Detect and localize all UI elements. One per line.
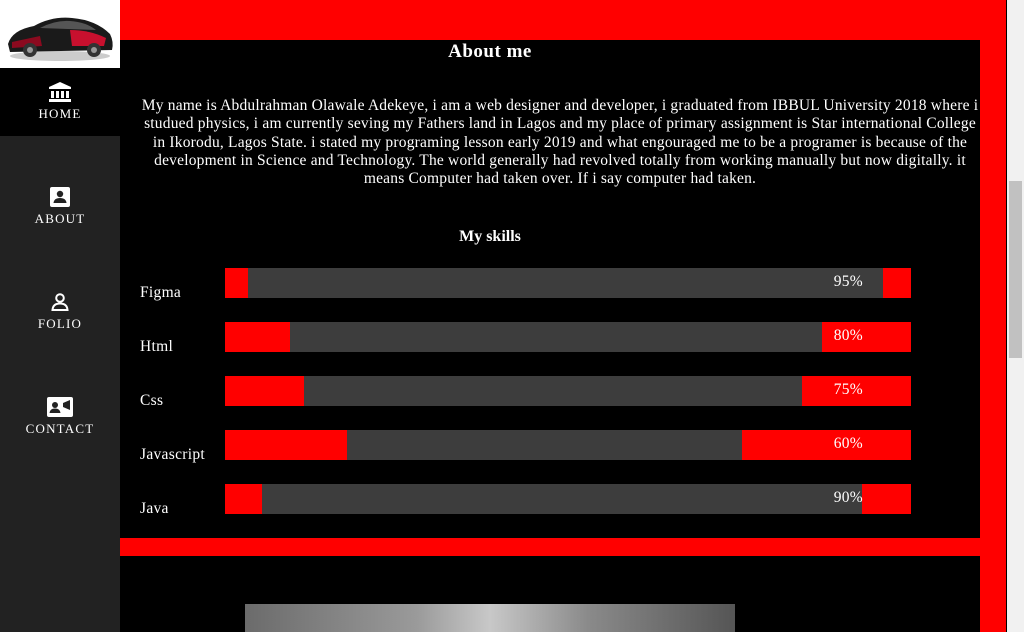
skill-percent: 95% <box>833 273 863 290</box>
scrollbar-thumb[interactable] <box>1009 181 1022 358</box>
portfolio-photo <box>245 604 735 632</box>
top-red-band <box>120 0 1006 40</box>
sidebar-item-home[interactable]: HOME <box>0 68 120 136</box>
bank-icon <box>49 82 71 102</box>
sidebar-item-label: CONTACT <box>25 421 95 436</box>
about-text: My name is Abdulrahman Olawale Adekeye, … <box>141 97 979 188</box>
skill-bar-fill <box>290 322 822 352</box>
sidebar-item-label: HOME <box>38 106 82 121</box>
skill-percent: 90% <box>833 489 863 506</box>
sidebar-item-label: ABOUT <box>34 211 86 226</box>
skill-percent: 80% <box>833 327 863 344</box>
skill-percent: 75% <box>833 381 863 398</box>
sidebar-item-label: FOLIO <box>37 316 83 331</box>
skill-bar-fill <box>347 430 742 460</box>
sidebar: HOME ABOUT FOLIO CONTACT <box>0 0 120 632</box>
sidebar-item-about[interactable]: ABOUT <box>0 173 120 241</box>
skill-bar-html: 80% <box>225 322 911 352</box>
about-title: About me <box>448 41 532 62</box>
sidebar-item-folio[interactable]: FOLIO <box>0 278 120 346</box>
video-chat-icon <box>47 397 73 417</box>
skill-bar-fill <box>248 268 883 298</box>
skill-bar-css: 75% <box>225 376 911 406</box>
skill-label-java: Java <box>140 500 169 517</box>
skill-bar-javascript: 60% <box>225 430 911 460</box>
skill-percent: 60% <box>833 435 863 452</box>
bottom-red-band <box>120 538 1006 556</box>
skill-bar-fill <box>304 376 802 406</box>
skills-title: My skills <box>459 228 521 245</box>
skill-label-javascript: Javascript <box>140 446 205 463</box>
skill-label-figma: Figma <box>140 284 182 301</box>
skill-bar-java: 90% <box>225 484 911 514</box>
car-logo[interactable] <box>0 0 120 68</box>
skill-bar-fill <box>262 484 862 514</box>
person-icon <box>50 292 70 312</box>
skill-bar-figma: 95% <box>225 268 911 298</box>
skill-label-html: Html <box>140 338 174 355</box>
sidebar-item-contact[interactable]: CONTACT <box>0 383 120 451</box>
contact-card-icon <box>50 187 70 207</box>
skill-label-css: Css <box>140 392 164 409</box>
